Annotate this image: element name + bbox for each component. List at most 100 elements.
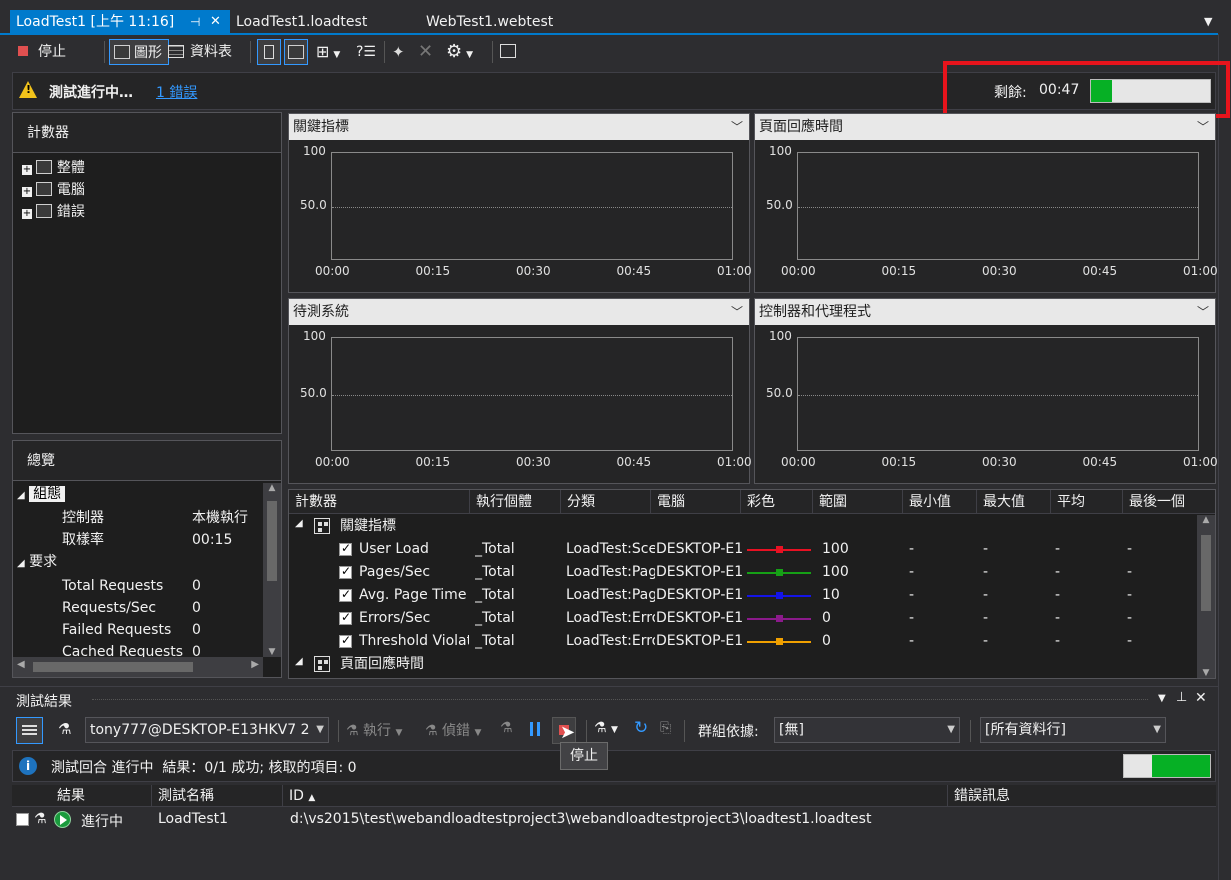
counter-tree-item[interactable]: + 錯誤 bbox=[22, 201, 281, 223]
counter-tree-item[interactable]: + 電腦 bbox=[22, 179, 281, 201]
error-count-link[interactable]: 1 錯誤 bbox=[156, 82, 197, 102]
group-view-button[interactable] bbox=[16, 717, 43, 744]
graph-panel[interactable]: 控制器和代理程式 ﹀ 100 50.0 00:00 00:15 00:30 00:45 01:… bbox=[754, 298, 1218, 484]
tab-loadtest1-loadtest[interactable]: LoadTest1.loadtest bbox=[230, 10, 373, 34]
graph-layout-button[interactable] bbox=[284, 39, 308, 65]
counter-checkbox[interactable] bbox=[339, 587, 352, 602]
debug-dropdown[interactable]: ⚗ 偵錯 ▼ bbox=[425, 720, 481, 740]
counter-color-swatch[interactable] bbox=[747, 546, 811, 553]
scroll-down-icon[interactable]: ▼ bbox=[1197, 668, 1215, 678]
column-header-id[interactable]: ID ▲ bbox=[283, 785, 948, 807]
panel-layout-button[interactable] bbox=[257, 39, 281, 65]
counter-color-swatch[interactable] bbox=[747, 615, 811, 622]
group-by-dropdown[interactable]: [無] ▼ bbox=[774, 717, 960, 743]
settings-dropdown[interactable]: ⚙ ▼ bbox=[446, 39, 473, 65]
column-header[interactable]: 最後一個 bbox=[1123, 490, 1215, 514]
import-dropdown[interactable]: ⚗ ▼ bbox=[594, 720, 618, 736]
overview-key: Requests/Sec bbox=[62, 600, 157, 616]
counter-group-row[interactable]: ◢ 關鍵指標 bbox=[289, 515, 1195, 538]
counter-checkbox[interactable] bbox=[339, 610, 352, 625]
scroll-right-icon[interactable]: ▶ bbox=[251, 659, 259, 670]
counter-checkbox[interactable] bbox=[339, 564, 352, 579]
counter-group-row[interactable]: ◢ 頁面回應時間 bbox=[289, 653, 1195, 676]
scroll-up-icon[interactable]: ▲ bbox=[1197, 515, 1215, 525]
counter-row[interactable]: Threshold Violations/Sec _Total LoadTest:E… bbox=[289, 630, 1195, 653]
overview-horizontal-scrollbar[interactable]: ◀ ▶ bbox=[13, 657, 263, 677]
close-icon[interactable]: ✕ bbox=[210, 10, 221, 34]
pause-icon[interactable] bbox=[530, 722, 540, 736]
column-header[interactable]: 彩色 bbox=[741, 490, 813, 514]
graph-title-dropdown[interactable]: 頁面回應時間 ﹀ bbox=[755, 114, 1215, 140]
counter-color-swatch[interactable] bbox=[747, 592, 811, 599]
counter-row[interactable]: User Load _Total LoadTest:ScenarioDESKTOP-… bbox=[289, 538, 1195, 561]
column-header[interactable]: 分類 bbox=[561, 490, 651, 514]
graph-panel[interactable]: 關鍵指標 ﹀ 100 50.0 00:00 00:15 00:30 00:45 01:00 bbox=[288, 113, 752, 293]
pin-icon[interactable]: ⊣ bbox=[190, 10, 200, 34]
export-button[interactable] bbox=[500, 39, 516, 65]
refresh-icon[interactable]: ↻ bbox=[634, 718, 648, 738]
counter-tree-item[interactable]: + 整體 bbox=[22, 157, 281, 179]
column-header[interactable]: 範圍 bbox=[813, 490, 903, 514]
graph-panel[interactable]: 待測系統 ﹀ 100 50.0 00:00 00:15 00:30 00:45 01:00 bbox=[288, 298, 752, 484]
column-header[interactable]: 結果 bbox=[12, 785, 152, 807]
stop-tooltip: 停止 bbox=[560, 742, 608, 770]
export-results-icon[interactable]: ⎘ bbox=[660, 720, 671, 736]
graph-view-button[interactable]: 圖形 bbox=[109, 39, 169, 65]
scroll-left-icon[interactable]: ◀ bbox=[17, 659, 25, 670]
counters-panel: 計數器 + 整體 + 電腦 + 錯誤 bbox=[12, 112, 282, 434]
expand-icon[interactable]: + bbox=[22, 209, 32, 219]
test-run-dropdown[interactable]: tony777@DESKTOP-E13HKV7 2 ▼ bbox=[85, 717, 329, 743]
counter-help-button[interactable]: ?☰ bbox=[356, 39, 376, 65]
grid-icon: ⊞ bbox=[316, 42, 330, 61]
table-view-button[interactable]: 資料表 bbox=[168, 39, 232, 65]
tab-overflow-chevron-icon[interactable]: ▼ bbox=[1198, 10, 1218, 34]
scroll-thumb[interactable] bbox=[33, 662, 193, 672]
counter-color-swatch[interactable] bbox=[747, 638, 811, 645]
close-icon[interactable]: ✕ bbox=[1195, 690, 1207, 706]
counter-row[interactable]: Pages/Sec _Total LoadTest:PageDESKTOP-E13H… bbox=[289, 561, 1195, 584]
counter-table-scrollbar[interactable]: ▲ ▼ bbox=[1197, 515, 1215, 678]
column-header[interactable]: 電腦 bbox=[651, 490, 741, 514]
column-header[interactable]: 最小值 bbox=[903, 490, 977, 514]
column-header[interactable]: 平均 bbox=[1051, 490, 1123, 514]
collapse-triangle-icon[interactable]: ◢ bbox=[295, 656, 303, 667]
counter-checkbox[interactable] bbox=[339, 541, 352, 556]
counter-row[interactable]: Errors/Sec _Total LoadTest:ErrorsDESKTOP-E… bbox=[289, 607, 1195, 630]
chevron-down-icon[interactable]: ▼ bbox=[1158, 693, 1166, 704]
collapse-triangle-icon[interactable]: ◢ bbox=[295, 518, 303, 529]
counter-color-swatch[interactable] bbox=[747, 569, 811, 576]
column-header[interactable]: 計數器 bbox=[289, 490, 470, 514]
counter-checkbox[interactable] bbox=[339, 633, 352, 648]
column-header[interactable]: 錯誤訊息 bbox=[948, 785, 1216, 807]
scroll-thumb[interactable] bbox=[1201, 535, 1211, 611]
overview-group[interactable]: ◢ 組態 bbox=[13, 483, 263, 507]
column-header[interactable]: 最大值 bbox=[977, 490, 1051, 514]
counter-row[interactable]: Avg. Page Time _Total LoadTest:PageDESKTOP… bbox=[289, 584, 1195, 607]
overview-vertical-scrollbar[interactable]: ▲ ▼ bbox=[263, 483, 281, 657]
result-checkbox[interactable] bbox=[16, 813, 29, 826]
grid-layout-dropdown[interactable]: ⊞ ▼ bbox=[316, 39, 340, 65]
delete-button[interactable]: ✕ bbox=[418, 39, 433, 65]
expand-icon[interactable]: + bbox=[22, 165, 32, 175]
column-filter-dropdown[interactable]: [所有資料行] ▼ bbox=[980, 717, 1166, 743]
graph-panel[interactable]: 頁面回應時間 ﹀ 100 50.0 00:00 00:15 00:30 00:45 01:00 bbox=[754, 113, 1218, 293]
column-header[interactable]: 執行個體 bbox=[470, 490, 561, 514]
graph-title-dropdown[interactable]: 關鍵指標 ﹀ bbox=[289, 114, 749, 140]
scroll-thumb[interactable] bbox=[267, 501, 277, 581]
scroll-up-icon[interactable]: ▲ bbox=[263, 483, 281, 493]
stop-button[interactable]: 停止 bbox=[18, 39, 66, 65]
flask-icon[interactable]: ⚗ bbox=[500, 720, 513, 736]
add-graph-button[interactable]: ✦ bbox=[392, 39, 405, 65]
column-header[interactable]: 測試名稱 bbox=[152, 785, 283, 807]
scroll-down-icon[interactable]: ▼ bbox=[263, 647, 281, 657]
tab-webtest1[interactable]: WebTest1.webtest bbox=[420, 10, 559, 34]
flask-run-icon[interactable]: ⚗ bbox=[58, 720, 71, 738]
tab-loadtest1-run[interactable]: LoadTest1 [上午 11:16] ⊣ ✕ bbox=[10, 10, 230, 34]
expand-icon[interactable]: + bbox=[22, 187, 32, 197]
graph-title-dropdown[interactable]: 待測系統 ﹀ bbox=[289, 299, 749, 325]
result-row[interactable]: ⚗ 進行中 LoadTest1 d:\vs2015\test\webandloa… bbox=[12, 808, 1216, 832]
pin-icon[interactable]: ⊥ bbox=[1176, 690, 1187, 705]
run-dropdown[interactable]: ⚗ 執行 ▼ bbox=[346, 720, 402, 740]
overview-group[interactable]: ◢ 要求 bbox=[13, 551, 263, 575]
graph-title-dropdown[interactable]: 控制器和代理程式 ﹀ bbox=[755, 299, 1215, 325]
